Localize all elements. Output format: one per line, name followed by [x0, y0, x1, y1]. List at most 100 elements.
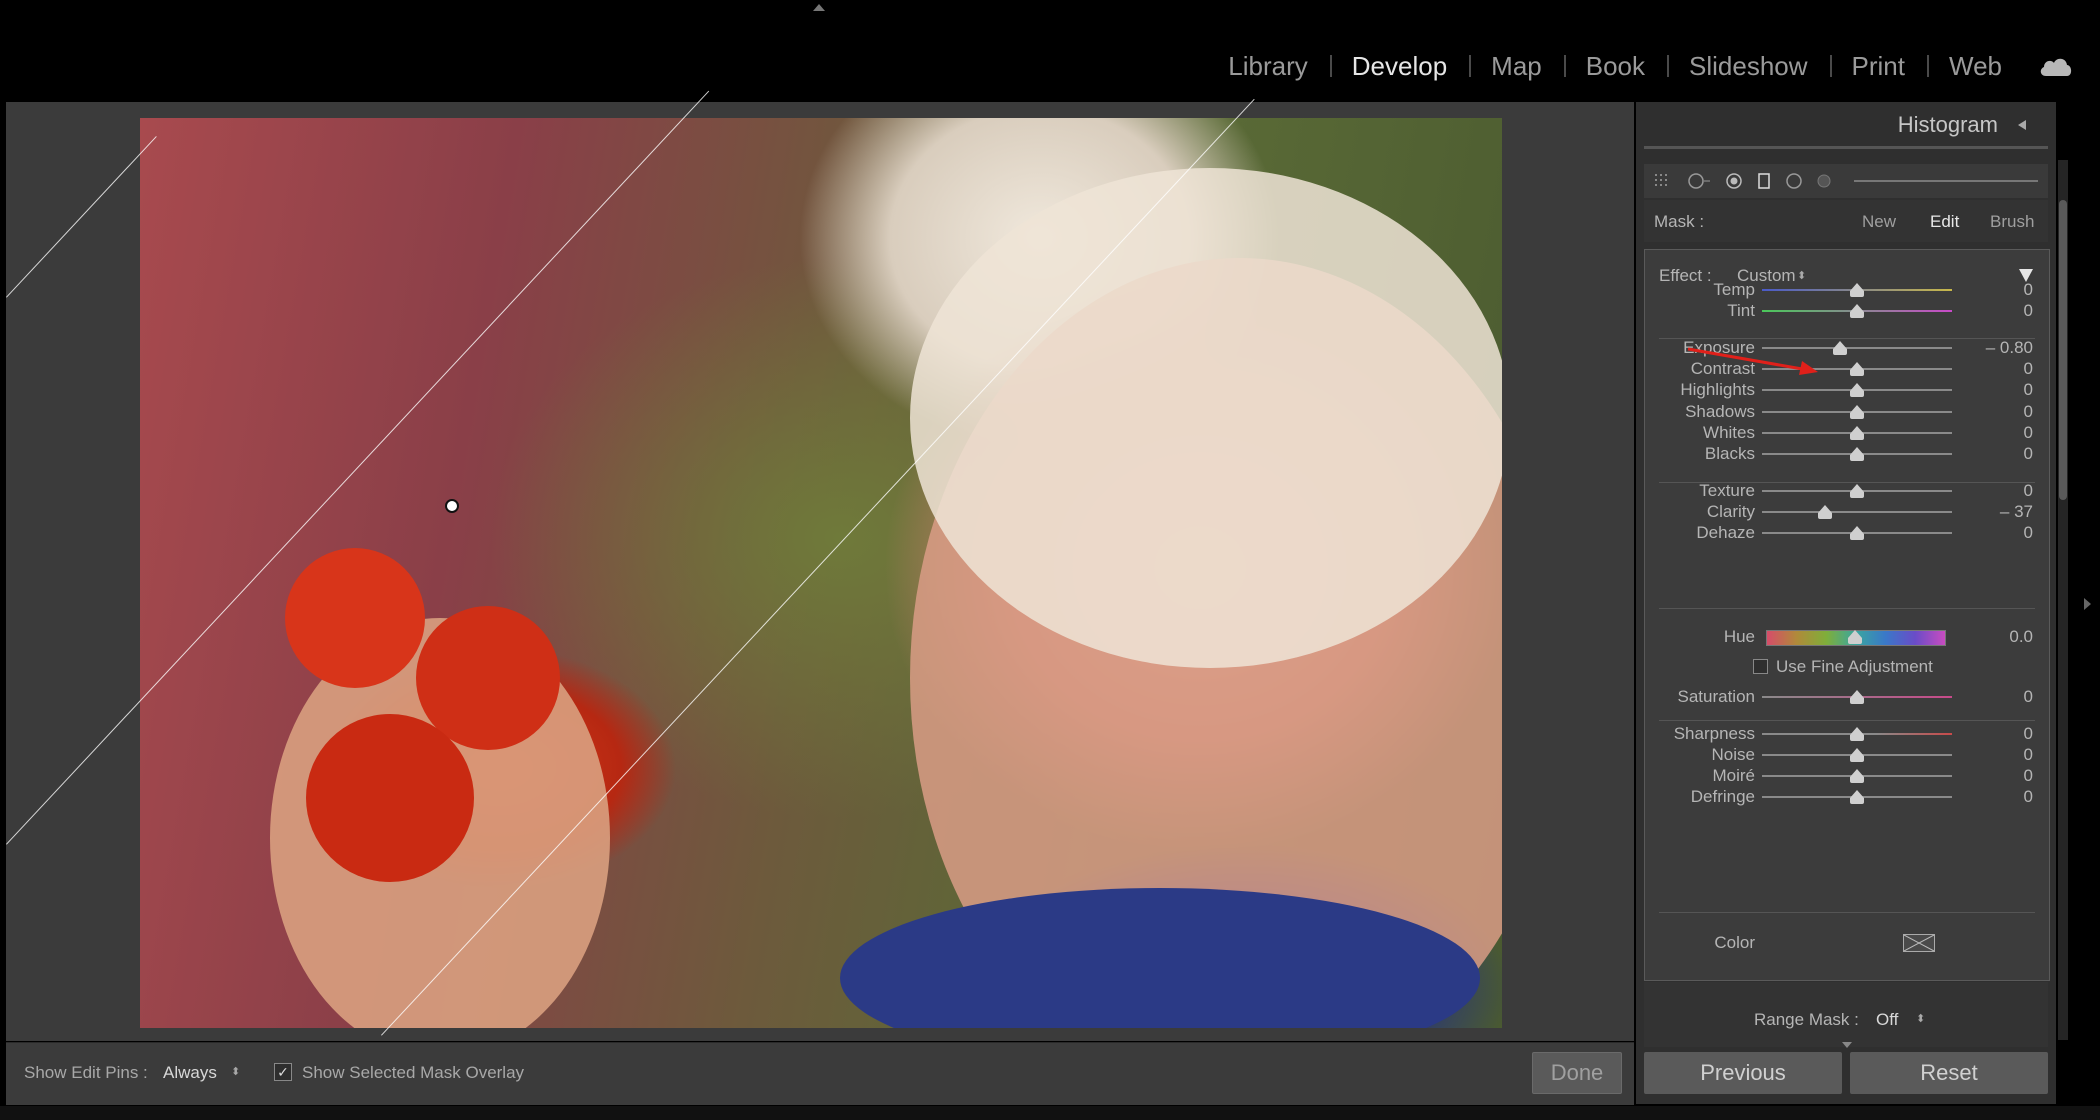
clarity-slider-thumb[interactable]	[1817, 505, 1832, 519]
fine-adjustment-row: Use Fine Adjustment	[1645, 657, 2049, 681]
radial-filter-icon[interactable]	[1786, 173, 1802, 189]
temp-slider-thumb[interactable]	[1850, 283, 1864, 297]
show-edit-pins-dropdown[interactable]: Always	[163, 1063, 217, 1083]
slider-row-tint: Tint 0	[1645, 299, 2049, 323]
hue-value[interactable]: 0.0	[2009, 627, 2033, 647]
sharpness-slider-thumb[interactable]	[1850, 727, 1864, 741]
photo-content	[270, 168, 1502, 1028]
clarity-value[interactable]: – 37	[2000, 502, 2033, 522]
divider	[1659, 608, 2035, 609]
divider	[1644, 146, 2048, 149]
mask-brush-button[interactable]: Brush	[1990, 212, 2034, 232]
defringe-slider-thumb[interactable]	[1850, 790, 1864, 804]
noise-slider-thumb[interactable]	[1850, 748, 1864, 762]
expand-triangle-icon[interactable]	[1842, 1042, 1852, 1048]
noise-value[interactable]: 0	[2024, 745, 2033, 765]
cloud-icon[interactable]	[2038, 54, 2074, 78]
slider-row-defringe: Defringe 0	[1645, 785, 2049, 809]
mask-new-button[interactable]: New	[1862, 212, 1896, 232]
use-fine-adjustment-label[interactable]: Use Fine Adjustment	[1776, 657, 1933, 677]
shadows-slider-thumb[interactable]	[1850, 405, 1864, 419]
texture-value[interactable]: 0	[2024, 481, 2033, 501]
hue-slider-thumb[interactable]	[1848, 630, 1862, 644]
edit-pin[interactable]	[445, 499, 459, 513]
slider-label: Defringe	[1690, 787, 1755, 806]
color-swatch[interactable]	[1903, 934, 1935, 952]
module-develop[interactable]: Develop	[1329, 46, 1469, 86]
range-mask-dropdown[interactable]: Off	[1876, 1010, 1898, 1030]
moire-slider-thumb[interactable]	[1850, 769, 1864, 783]
mask-row: Mask : New Edit Brush	[1644, 200, 2048, 242]
mask-edit-button[interactable]: Edit	[1930, 212, 1959, 232]
slider-label: Temp	[1713, 280, 1755, 299]
module-map[interactable]: Map	[1469, 46, 1564, 86]
whites-slider-thumb[interactable]	[1850, 426, 1864, 440]
tool-strip	[1644, 164, 2048, 198]
spot-removal-icon[interactable]	[1688, 173, 1712, 189]
photo-canvas	[6, 90, 1634, 1041]
show-mask-overlay-label[interactable]: Show Selected Mask Overlay	[302, 1063, 524, 1083]
previous-button[interactable]: Previous	[1644, 1052, 1842, 1094]
adjustment-brush-icon[interactable]	[1816, 173, 1832, 189]
sharpness-value[interactable]: 0	[2024, 724, 2033, 744]
panel-scrollbar-thumb[interactable]	[2059, 200, 2067, 500]
contrast-slider-thumb[interactable]	[1850, 362, 1864, 376]
histogram-title[interactable]: Histogram	[1898, 112, 1998, 138]
slider-label: Clarity	[1706, 502, 1755, 521]
bottom-toolbar: Show Edit Pins : Always ⬍ ✓ Show Selecte…	[6, 1042, 1634, 1105]
blacks-value[interactable]: 0	[2024, 444, 2033, 464]
module-web[interactable]: Web	[1927, 46, 2024, 86]
module-slideshow[interactable]: Slideshow	[1667, 46, 1830, 86]
module-print[interactable]: Print	[1829, 46, 1927, 86]
whites-value[interactable]: 0	[2024, 423, 2033, 443]
slider-label: Dehaze	[1696, 523, 1755, 542]
reset-button[interactable]: Reset	[1850, 1052, 2048, 1094]
dehaze-slider-thumb[interactable]	[1850, 526, 1864, 540]
texture-slider-thumb[interactable]	[1850, 484, 1864, 498]
hue-row: Hue 0.0	[1645, 625, 2049, 649]
contrast-value[interactable]: 0	[2024, 359, 2033, 379]
done-button[interactable]: Done	[1532, 1052, 1622, 1094]
tint-value[interactable]: 0	[2024, 301, 2033, 321]
dehaze-value[interactable]: 0	[2024, 523, 2033, 543]
collapse-right-panel-icon[interactable]	[2084, 598, 2091, 610]
range-mask-label: Range Mask :	[1754, 1010, 1859, 1029]
photo-image[interactable]	[140, 118, 1502, 1028]
tool-size-track[interactable]	[1854, 180, 2038, 182]
temp-value[interactable]: 0	[2024, 280, 2033, 300]
show-mask-overlay-checkbox[interactable]: ✓	[274, 1063, 292, 1081]
slider-row-highlights: Highlights 0	[1645, 378, 2049, 402]
slider-label: Hue	[1723, 627, 1755, 646]
graduated-filter-icon[interactable]	[1756, 173, 1772, 189]
use-fine-adjustment-checkbox[interactable]	[1753, 659, 1768, 674]
divider	[1659, 720, 2035, 721]
saturation-slider-thumb[interactable]	[1850, 690, 1864, 704]
exposure-value[interactable]: – 0.80	[1986, 338, 2033, 358]
dropdown-caret-icon[interactable]: ⬍	[231, 1065, 240, 1078]
collapse-top-panel-icon[interactable]	[813, 4, 825, 11]
shadows-value[interactable]: 0	[2024, 402, 2033, 422]
module-library[interactable]: Library	[1206, 46, 1329, 86]
module-picker: Library Develop Map Book Slideshow Print…	[1206, 46, 2024, 86]
module-book[interactable]: Book	[1563, 46, 1667, 86]
slider-row-blacks: Blacks 0	[1645, 442, 2049, 466]
exposure-slider-thumb[interactable]	[1832, 341, 1847, 355]
moire-value[interactable]: 0	[2024, 766, 2033, 786]
collapse-triangle-icon[interactable]	[2018, 120, 2026, 130]
clarity-slider[interactable]	[1762, 511, 1952, 513]
highlights-slider-thumb[interactable]	[1850, 383, 1864, 397]
crop-overlay-icon[interactable]	[1654, 173, 1670, 189]
tint-slider-thumb[interactable]	[1850, 304, 1864, 318]
slider-label: Blacks	[1704, 444, 1755, 463]
red-eye-icon[interactable]	[1726, 173, 1742, 189]
slider-label: Texture	[1699, 481, 1755, 500]
divider	[1659, 482, 2035, 483]
defringe-value[interactable]: 0	[2024, 787, 2033, 807]
dropdown-caret-icon[interactable]: ⬍	[1916, 1012, 1925, 1025]
blacks-slider-thumb[interactable]	[1850, 447, 1864, 461]
gradient-guide-line[interactable]	[6, 136, 157, 298]
highlights-value[interactable]: 0	[2024, 380, 2033, 400]
saturation-value[interactable]: 0	[2024, 687, 2033, 707]
mask-label: Mask :	[1654, 212, 1705, 231]
histogram-header[interactable]: Histogram	[1636, 102, 2056, 144]
